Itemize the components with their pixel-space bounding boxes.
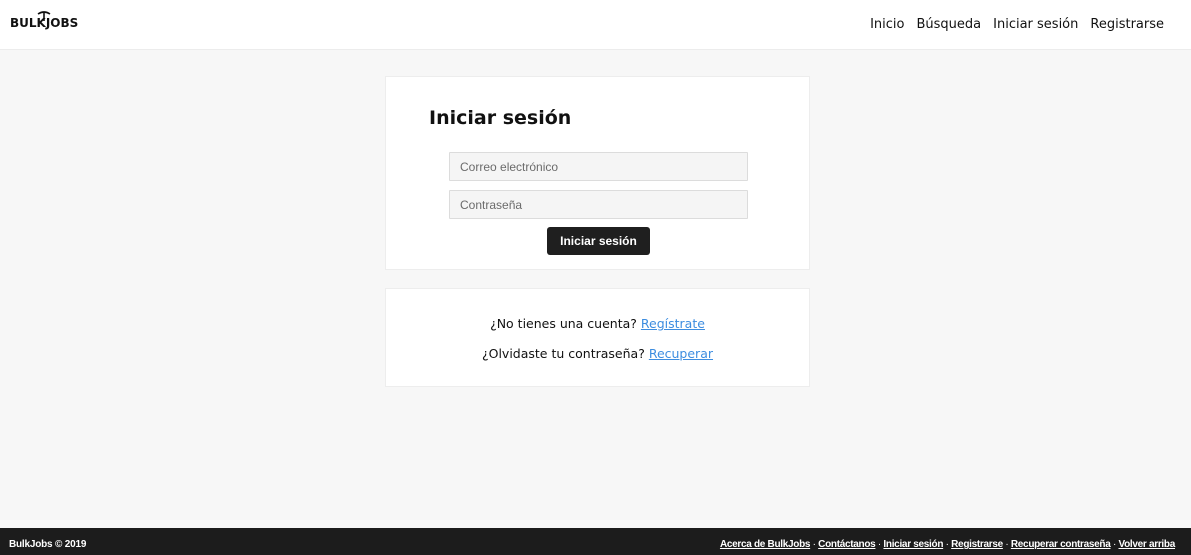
footer-link-contact[interactable]: Contáctanos	[818, 539, 876, 550]
login-button[interactable]: Iniciar sesión	[547, 227, 650, 255]
main-nav: Inicio Búsqueda Iniciar sesión Registrar…	[858, 17, 1164, 32]
footer-links: Acerca de BulkJobs · Contáctanos · Inici…	[720, 539, 1175, 550]
email-field[interactable]	[449, 152, 748, 181]
mining-pick-icon	[37, 11, 51, 21]
footer-separator: ·	[1002, 539, 1011, 550]
no-account-text: ¿No tienes una cuenta?	[490, 316, 637, 331]
login-card: Iniciar sesión Iniciar sesión	[385, 76, 810, 270]
footer-link-register[interactable]: Registrarse	[951, 539, 1003, 550]
nav-link-inicio[interactable]: Inicio	[870, 17, 904, 32]
site-header: BULKJOBS Inicio Búsqueda Iniciar sesión …	[0, 0, 1191, 50]
nav-link-iniciar-sesion[interactable]: Iniciar sesión	[993, 17, 1078, 32]
site-footer: BulkJobs © 2019 Acerca de BulkJobs · Con…	[0, 528, 1191, 555]
account-links-card: ¿No tienes una cuenta? Regístrate ¿Olvid…	[385, 288, 810, 387]
nav-link-registrarse[interactable]: Registrarse	[1090, 17, 1164, 32]
recover-prompt: ¿Olvidaste tu contraseña? Recuperar	[386, 346, 809, 361]
footer-separator: ·	[810, 539, 819, 550]
recover-link[interactable]: Recuperar	[649, 346, 713, 361]
footer-link-back-to-top[interactable]: Volver arriba	[1118, 539, 1175, 550]
footer-link-login[interactable]: Iniciar sesión	[883, 539, 943, 550]
register-link[interactable]: Regístrate	[641, 316, 705, 331]
register-prompt: ¿No tienes una cuenta? Regístrate	[386, 316, 809, 331]
footer-link-about[interactable]: Acerca de BulkJobs	[720, 539, 811, 550]
password-field[interactable]	[449, 190, 748, 219]
footer-copyright: BulkJobs © 2019	[9, 539, 87, 550]
forgot-password-text: ¿Olvidaste tu contraseña?	[481, 346, 645, 361]
page-title: Iniciar sesión	[429, 107, 572, 129]
logo[interactable]: BULKJOBS	[10, 8, 78, 38]
footer-separator: ·	[943, 539, 952, 550]
footer-link-recover-password[interactable]: Recuperar contraseña	[1011, 539, 1111, 550]
nav-link-busqueda[interactable]: Búsqueda	[917, 17, 982, 32]
